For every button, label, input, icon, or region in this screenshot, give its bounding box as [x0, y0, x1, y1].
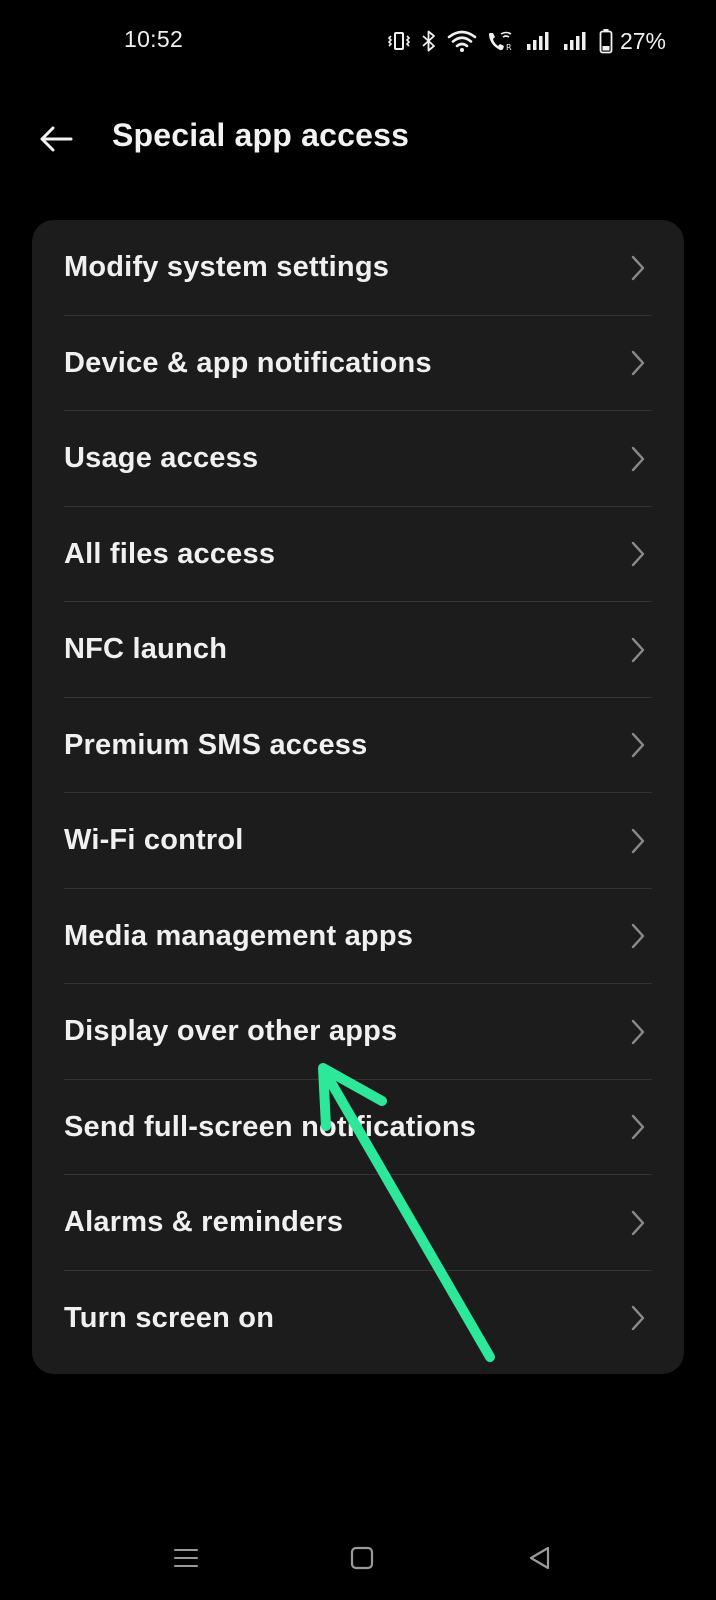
app-header: Special app access	[0, 100, 716, 180]
recent-apps-button[interactable]	[166, 1538, 206, 1578]
menu-icon	[174, 1549, 198, 1567]
signal-icon	[525, 29, 553, 53]
chevron-right-icon	[631, 1306, 645, 1331]
home-button[interactable]	[342, 1538, 382, 1578]
chevron-right-icon	[631, 1210, 645, 1235]
system-nav-bar	[0, 1510, 716, 1600]
chevron-right-icon	[631, 255, 645, 280]
menu-item-premium-sms-access[interactable]: Premium SMS access	[32, 698, 684, 794]
back-button[interactable]	[30, 116, 82, 162]
chevron-right-icon	[631, 924, 645, 949]
menu-item-label: Alarms & reminders	[64, 1206, 344, 1239]
menu-item-label: Modify system settings	[64, 251, 390, 284]
battery-percent: 27%	[619, 27, 666, 54]
chevron-right-icon	[631, 828, 645, 853]
menu-item-turn-screen-on[interactable]: Turn screen on	[32, 1271, 684, 1367]
menu-item-alarms-reminders[interactable]: Alarms & reminders	[32, 1175, 684, 1271]
chevron-right-icon	[631, 1115, 645, 1140]
wifi-icon	[447, 29, 477, 53]
menu-item-label: Turn screen on	[64, 1301, 275, 1334]
menu-item-label: Media management apps	[64, 919, 414, 952]
chevron-right-icon	[631, 733, 645, 758]
svg-text:R: R	[506, 43, 512, 52]
menu-list: Modify system settings Device & app noti…	[32, 220, 684, 1366]
menu-item-label: NFC launch	[64, 633, 228, 666]
menu-item-label: Usage access	[64, 442, 259, 475]
system-back-button[interactable]	[520, 1538, 560, 1578]
status-icons: R 27%	[387, 26, 666, 56]
menu-item-usage-access[interactable]: Usage access	[32, 411, 684, 507]
chevron-right-icon	[631, 351, 645, 376]
menu-item-media-management-apps[interactable]: Media management apps	[32, 889, 684, 985]
chevron-right-icon	[631, 1019, 645, 1044]
wifi-calling-icon: R	[486, 29, 516, 53]
menu-item-label: Display over other apps	[64, 1015, 398, 1048]
menu-item-send-full-screen-notifications[interactable]: Send full-screen notifications	[32, 1080, 684, 1176]
home-icon	[350, 1546, 374, 1570]
menu-item-label: Send full-screen notifications	[64, 1110, 477, 1143]
menu-item-display-over-other-apps[interactable]: Display over other apps	[32, 984, 684, 1080]
menu-item-label: Device & app notifications	[64, 346, 432, 379]
settings-card: Modify system settings Device & app noti…	[32, 220, 684, 1374]
menu-item-modify-system-settings[interactable]: Modify system settings	[32, 220, 684, 316]
menu-item-all-files-access[interactable]: All files access	[32, 507, 684, 603]
menu-item-wifi-control[interactable]: Wi-Fi control	[32, 793, 684, 889]
chevron-right-icon	[631, 542, 645, 567]
menu-item-label: Premium SMS access	[64, 728, 368, 761]
back-icon	[529, 1546, 550, 1570]
signal-icon	[562, 29, 590, 53]
status-time: 10:52	[124, 26, 184, 52]
vibrate-icon	[387, 29, 411, 53]
menu-item-nfc-launch[interactable]: NFC launch	[32, 602, 684, 698]
menu-item-device-app-notifications[interactable]: Device & app notifications	[32, 316, 684, 412]
chevron-right-icon	[631, 637, 645, 662]
menu-item-label: All files access	[64, 537, 276, 570]
menu-item-label: Wi-Fi control	[64, 824, 244, 857]
bluetooth-icon	[420, 29, 438, 53]
arrow-left-icon	[40, 126, 73, 152]
battery-icon	[599, 28, 613, 54]
chevron-right-icon	[631, 446, 645, 471]
page-title: Special app access	[112, 117, 410, 153]
status-bar: 10:52 R 27%	[0, 0, 716, 84]
